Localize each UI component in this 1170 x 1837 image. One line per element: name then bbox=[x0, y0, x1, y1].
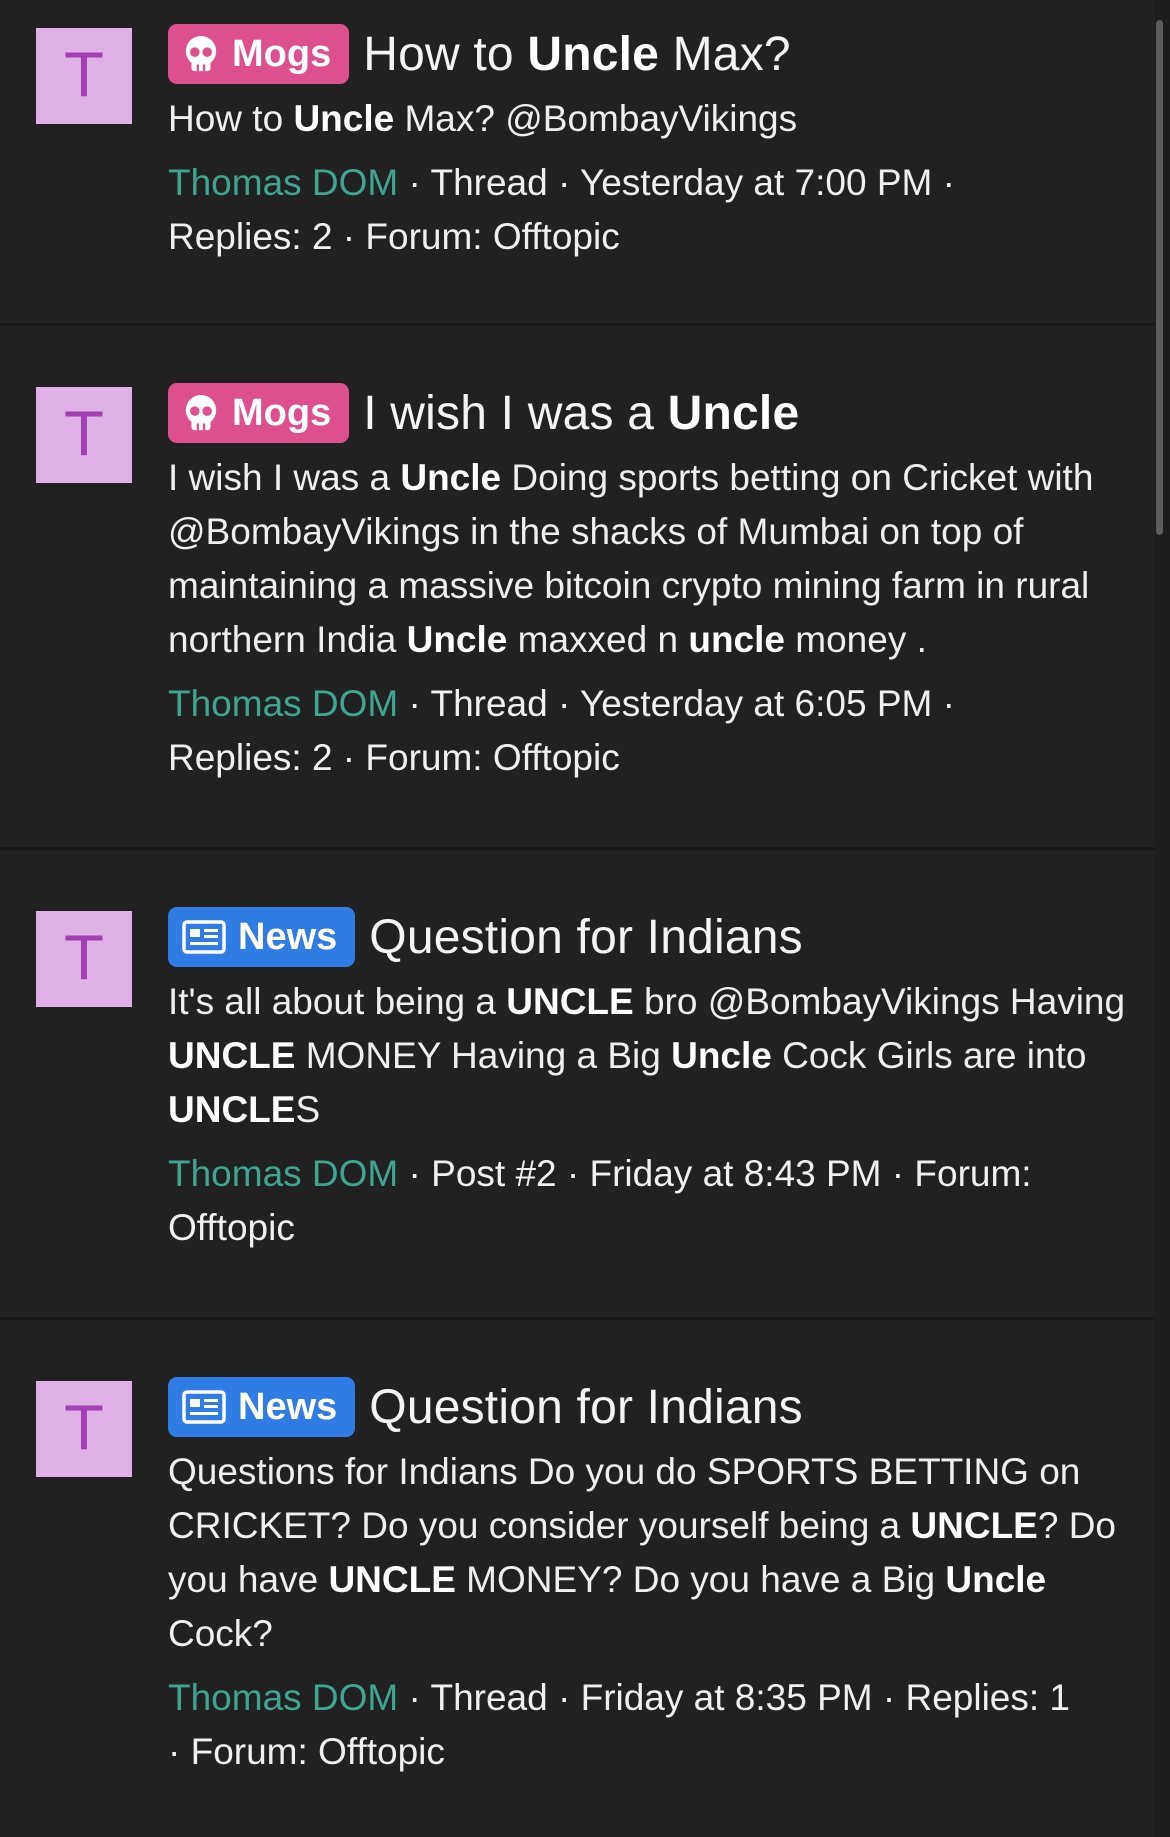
author-link[interactable]: Thomas DOM bbox=[168, 1153, 398, 1194]
result-meta: Thomas DOM · Thread · Yesterday at 6:05 … bbox=[168, 677, 1136, 785]
search-highlight: Uncle bbox=[667, 386, 800, 440]
author-link[interactable]: Thomas DOM bbox=[168, 683, 398, 724]
result-meta: Thomas DOM · Thread · Yesterday at 7:00 … bbox=[168, 156, 1136, 264]
search-highlight: Uncle bbox=[406, 619, 508, 660]
meta-details: · Post #2 · Friday at 8:43 PM · Forum: bbox=[398, 1153, 1032, 1194]
search-result[interactable]: T News Question for Indians It's all abo… bbox=[0, 850, 1155, 1320]
badge-label: Mogs bbox=[232, 391, 332, 434]
search-results-list: T Mogs How to Uncle Max? How to Uncle Ma… bbox=[0, 0, 1155, 1837]
result-meta: Thomas DOM · Post #2 · Friday at 8:43 PM… bbox=[168, 1147, 1136, 1255]
newspaper-icon bbox=[182, 1390, 226, 1424]
avatar[interactable]: T bbox=[36, 28, 132, 124]
result-title[interactable]: Question for Indians bbox=[369, 910, 803, 965]
skull-icon bbox=[185, 394, 217, 431]
search-highlight: Uncle bbox=[945, 1559, 1047, 1600]
result-title-line[interactable]: News Question for Indians bbox=[168, 1375, 1136, 1439]
meta-details-continued: · Forum: Offtopic bbox=[168, 1731, 445, 1772]
result-title[interactable]: How to Uncle Max? bbox=[363, 27, 791, 82]
scrollbar-thumb[interactable] bbox=[1156, 20, 1163, 535]
result-snippet: I wish I was a Uncle Doing sports bettin… bbox=[168, 457, 1094, 660]
result-snippet: It's all about being a UNCLE bro @Bombay… bbox=[168, 981, 1126, 1130]
search-highlight: UNCLE bbox=[506, 981, 634, 1022]
meta-details-continued: Replies: 2 · Forum: Offtopic bbox=[168, 216, 620, 257]
badge-label: News bbox=[238, 1385, 338, 1428]
meta-details: · Thread · Friday at 8:35 PM · Replies: … bbox=[398, 1677, 1071, 1718]
badge-label: Mogs bbox=[232, 32, 332, 75]
result-title-line[interactable]: Mogs I wish I was a Uncle bbox=[168, 381, 1136, 445]
prefix-badge-news[interactable]: News bbox=[168, 907, 356, 967]
result-title[interactable]: I wish I was a Uncle bbox=[363, 386, 799, 441]
search-highlight: uncle bbox=[688, 619, 785, 660]
search-highlight: UNCLE bbox=[910, 1505, 1038, 1546]
search-result[interactable]: T Mogs I wish I was a Uncle I wish I was… bbox=[0, 326, 1155, 850]
search-result[interactable]: T Mogs How to Uncle Max? How to Uncle Ma… bbox=[0, 0, 1155, 326]
meta-details: · Thread · Yesterday at 6:05 PM · bbox=[398, 683, 955, 724]
search-highlight: UNCLE bbox=[168, 1089, 296, 1130]
prefix-badge-news[interactable]: News bbox=[168, 1377, 356, 1437]
author-link[interactable]: Thomas DOM bbox=[168, 1677, 398, 1718]
result-title[interactable]: Question for Indians bbox=[369, 1380, 803, 1435]
avatar[interactable]: T bbox=[36, 911, 132, 1007]
meta-details: · Thread · Yesterday at 7:00 PM · bbox=[398, 162, 955, 203]
skull-icon bbox=[185, 35, 217, 72]
meta-details-continued: Offtopic bbox=[168, 1207, 295, 1248]
search-result[interactable]: T News Question for Indians Questions fo… bbox=[0, 1320, 1155, 1837]
result-title-line[interactable]: News Question for Indians bbox=[168, 905, 1136, 969]
avatar[interactable]: T bbox=[36, 387, 132, 483]
result-title-line[interactable]: Mogs How to Uncle Max? bbox=[168, 22, 1136, 86]
newspaper-icon bbox=[182, 920, 226, 954]
search-highlight: Uncle bbox=[400, 457, 502, 498]
search-highlight: Uncle bbox=[671, 1035, 772, 1076]
result-snippet: Questions for Indians Do you do SPORTS B… bbox=[168, 1451, 1117, 1654]
result-snippet: How to Uncle Max? @BombayVikings bbox=[168, 98, 798, 139]
author-link[interactable]: Thomas DOM bbox=[168, 162, 398, 203]
search-highlight: Uncle bbox=[527, 27, 660, 81]
result-meta: Thomas DOM · Thread · Friday at 8:35 PM … bbox=[168, 1671, 1136, 1779]
avatar[interactable]: T bbox=[36, 1381, 132, 1477]
prefix-badge-mogs[interactable]: Mogs bbox=[168, 24, 350, 84]
search-highlight: Uncle bbox=[293, 98, 395, 139]
meta-details-continued: Replies: 2 · Forum: Offtopic bbox=[168, 737, 620, 778]
prefix-badge-mogs[interactable]: Mogs bbox=[168, 383, 350, 443]
search-highlight: UNCLE bbox=[328, 1559, 456, 1600]
badge-label: News bbox=[238, 915, 338, 958]
search-highlight: UNCLE bbox=[168, 1035, 296, 1076]
